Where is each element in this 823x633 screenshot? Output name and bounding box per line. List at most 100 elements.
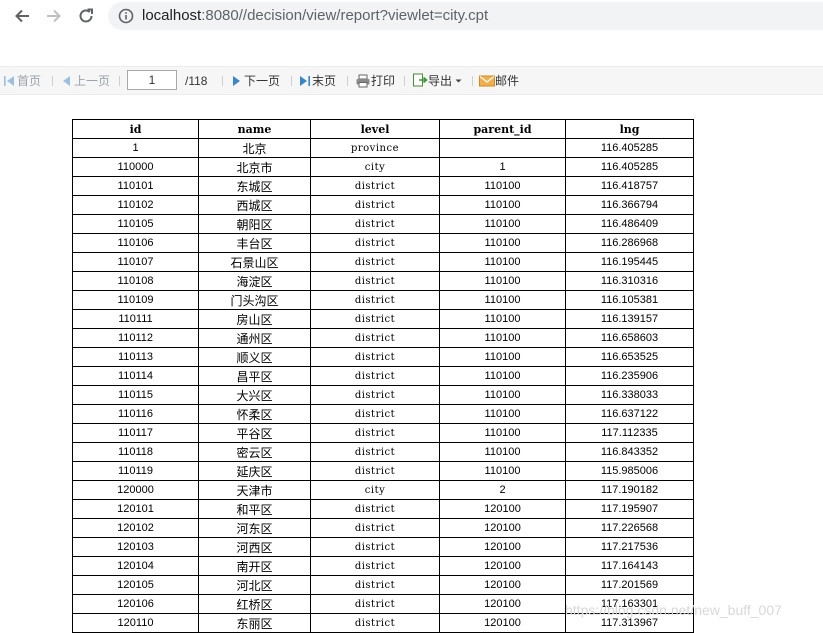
cell-id: 110114	[72, 366, 199, 386]
last-page-button[interactable]: 末页	[298, 72, 336, 89]
cell-id: 110119	[72, 461, 199, 481]
cell-parent-id: 120100	[439, 537, 566, 557]
prev-page-label: 上一页	[74, 74, 111, 88]
cell-parent-id: 1	[439, 157, 566, 177]
first-page-label: 首页	[17, 74, 42, 88]
cell-name: 北京	[198, 138, 311, 158]
table-row: 120000 天津市 city 2 117.190182	[72, 480, 694, 500]
print-button[interactable]: 打印	[355, 72, 395, 89]
cell-level: district	[310, 176, 440, 196]
info-icon[interactable]	[118, 8, 134, 24]
cell-lng: 116.418757	[565, 176, 694, 196]
mail-button[interactable]: 邮件	[479, 72, 519, 89]
cell-lng: 116.843352	[565, 442, 694, 462]
table-row: 120105 河北区 district 120100 117.201569	[72, 575, 694, 595]
cell-id: 110107	[72, 252, 199, 272]
cell-lng: 117.195907	[565, 499, 694, 519]
cell-id: 120105	[72, 575, 199, 595]
report-table-body: 1 北京 province 116.405285 110000 北京市 city 1 116.4…	[72, 138, 694, 633]
cell-id: 110113	[72, 347, 199, 367]
cell-name: 北京市	[198, 157, 311, 177]
cell-level: district	[310, 214, 440, 234]
cell-id: 120106	[72, 594, 199, 614]
printer-icon	[356, 74, 370, 87]
cell-name: 河东区	[198, 518, 311, 538]
cell-name: 昌平区	[198, 366, 311, 386]
cell-lng: 116.405285	[565, 138, 694, 158]
cell-lng: 116.486409	[565, 214, 694, 234]
cell-parent-id: 120100	[439, 575, 566, 595]
cell-id: 120110	[72, 613, 199, 633]
cell-parent-id: 110100	[439, 461, 566, 481]
back-arrow-icon	[15, 9, 29, 23]
table-row: 110102 西城区 district 110100 116.366794	[72, 195, 694, 215]
cell-parent-id: 110100	[439, 309, 566, 329]
cell-lng: 117.226568	[565, 518, 694, 538]
mail-icon	[479, 75, 495, 86]
cell-parent-id: 120100	[439, 518, 566, 538]
cell-name: 天津市	[198, 480, 311, 500]
cell-parent-id: 120100	[439, 613, 566, 633]
cell-level: district	[310, 252, 440, 272]
page-total: /118	[185, 74, 208, 88]
cell-name: 河北区	[198, 575, 311, 595]
cell-lng: 116.637122	[565, 404, 694, 424]
export-button[interactable]: 导出	[412, 72, 463, 89]
cell-id: 110112	[72, 328, 199, 348]
url-text[interactable]: localhost:8080//decision/view/report?vie…	[142, 7, 488, 24]
cell-lng: 116.286968	[565, 233, 694, 253]
cell-id: 1	[72, 138, 199, 158]
cell-lng: 117.112335	[565, 423, 694, 443]
forward-button[interactable]	[42, 4, 66, 28]
cell-lng: 116.139157	[565, 309, 694, 329]
table-row: 110119 延庆区 district 110100 115.985006	[72, 461, 694, 481]
cell-level: district	[310, 499, 440, 519]
first-page-button[interactable]: 首页	[3, 72, 41, 89]
cell-id: 120104	[72, 556, 199, 576]
print-label: 打印	[371, 74, 396, 88]
cell-parent-id: 110100	[439, 233, 566, 253]
cell-id: 110000	[72, 157, 199, 177]
cell-parent-id: 110100	[439, 214, 566, 234]
toolbar-divider	[404, 76, 405, 86]
cell-lng: 116.405285	[565, 157, 694, 177]
prev-page-button[interactable]: 上一页	[60, 72, 110, 89]
cell-level: district	[310, 195, 440, 215]
cell-lng: 116.653525	[565, 347, 694, 367]
column-header-lng: lng	[565, 119, 694, 139]
cell-lng: 116.105381	[565, 290, 694, 310]
cell-name: 密云区	[198, 442, 311, 462]
cell-id: 120101	[72, 499, 199, 519]
forward-arrow-icon	[47, 9, 61, 23]
cell-parent-id: 110100	[439, 385, 566, 405]
next-page-button[interactable]: 下一页	[230, 72, 280, 89]
reload-button[interactable]	[74, 4, 98, 28]
cell-id: 110105	[72, 214, 199, 234]
cell-name: 海淀区	[198, 271, 311, 291]
back-button[interactable]	[10, 4, 34, 28]
cell-name: 西城区	[198, 195, 311, 215]
table-row: 110112 通州区 district 110100 116.658603	[72, 328, 694, 348]
toolbar-divider	[291, 76, 292, 86]
cell-parent-id: 110100	[439, 366, 566, 386]
url-host: localhost	[142, 7, 202, 24]
page-number-input[interactable]: 1	[127, 70, 177, 90]
cell-name: 平谷区	[198, 423, 311, 443]
cell-level: district	[310, 271, 440, 291]
cell-id: 110118	[72, 442, 199, 462]
cell-level: district	[310, 518, 440, 538]
cell-name: 门头沟区	[198, 290, 311, 310]
cell-parent-id: 110100	[439, 347, 566, 367]
cell-name: 朝阳区	[198, 214, 311, 234]
table-row: 110106 丰台区 district 110100 116.286968	[72, 233, 694, 253]
table-row: 110117 平谷区 district 110100 117.112335	[72, 423, 694, 443]
cell-name: 大兴区	[198, 385, 311, 405]
address-bar[interactable]: localhost:8080//decision/view/report?vie…	[108, 2, 823, 30]
table-row: 120103 河西区 district 120100 117.217536	[72, 537, 694, 557]
export-label: 导出	[428, 74, 453, 88]
table-row: 110114 昌平区 district 110100 116.235906	[72, 366, 694, 386]
column-header-id: id	[72, 119, 199, 139]
toolbar-divider	[52, 76, 53, 86]
table-row: 110101 东城区 district 110100 116.418757	[72, 176, 694, 196]
url-path: :8080//decision/view/report?viewlet=city…	[201, 7, 489, 24]
